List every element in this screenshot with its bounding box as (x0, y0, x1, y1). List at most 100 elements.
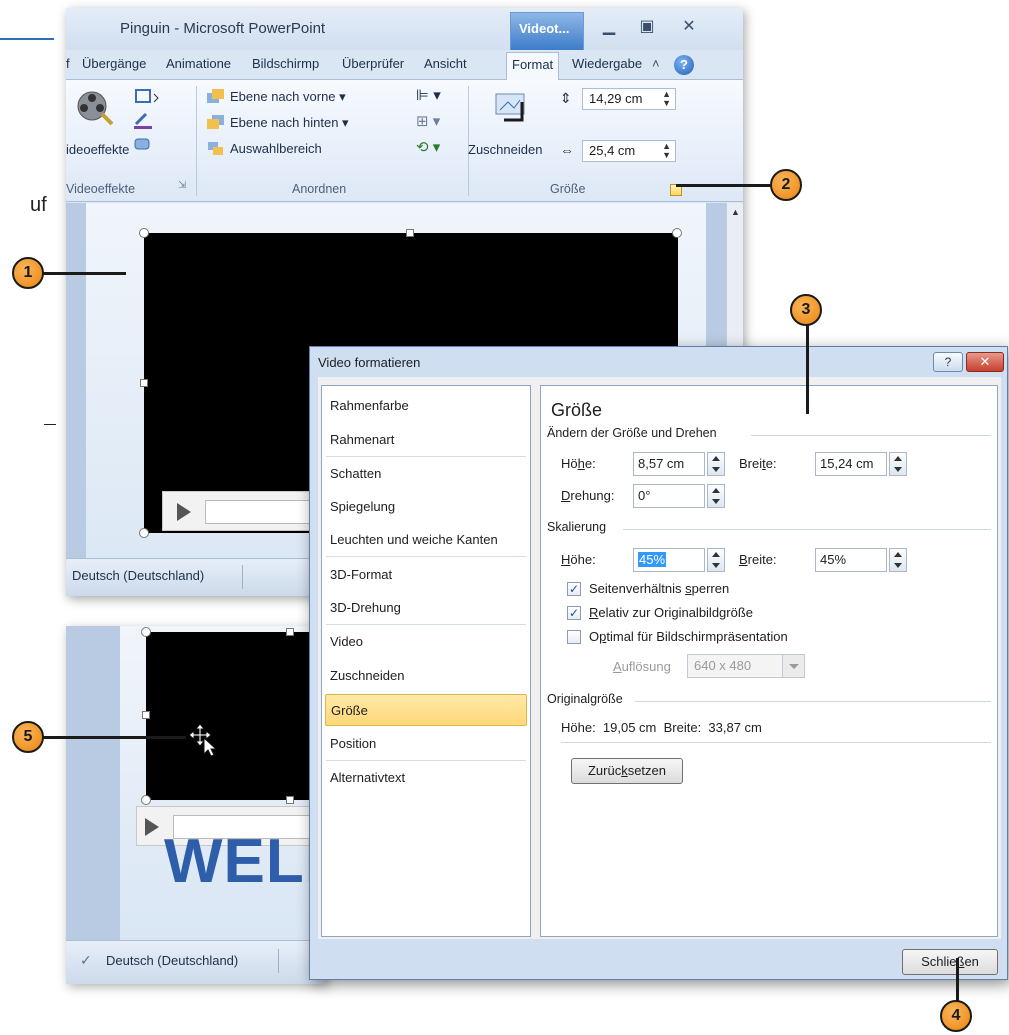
scroll-up-icon[interactable]: ▲ (731, 207, 740, 217)
reset-button[interactable]: Zurücksetzen (571, 758, 683, 784)
nav-separator (326, 456, 526, 457)
scale-width-spinner[interactable] (889, 548, 907, 572)
selection-pane-button[interactable]: Auswahlbereich (230, 141, 322, 156)
minimize-icon[interactable]: ▁ (594, 16, 624, 38)
nav-alternativtext[interactable]: Alternativtext (322, 762, 530, 794)
section-scaling: Skalierung (547, 520, 607, 534)
tab-format[interactable]: Format (506, 52, 560, 81)
status-bar: ✓ Deutsch (Deutschland) (66, 940, 326, 984)
nav-leuchten[interactable]: Leuchten und weiche Kanten (322, 524, 530, 556)
nav-3d-format[interactable]: 3D-Format (322, 559, 530, 591)
resize-handle[interactable] (672, 228, 682, 238)
nav-rahmenfarbe[interactable]: Rahmenfarbe (322, 390, 530, 422)
minimize-ribbon-icon[interactable]: ˄ (652, 56, 660, 71)
tab-file[interactable]: f (66, 56, 70, 71)
resize-handle[interactable] (141, 627, 151, 637)
resize-handle[interactable] (406, 229, 414, 237)
status-language[interactable]: Deutsch (Deutschland) (72, 568, 204, 583)
nav-separator (326, 760, 526, 761)
nav-spiegelung[interactable]: Spiegelung (322, 491, 530, 523)
lock-aspect-checkbox[interactable]: ✓ (567, 582, 581, 596)
maximize-icon[interactable]: ▣ (632, 16, 662, 38)
rotation-input[interactable]: 0° (633, 484, 705, 508)
dialog-close-button[interactable]: ✕ (966, 352, 1004, 372)
play-icon[interactable] (145, 818, 159, 836)
nav-video[interactable]: Video (322, 626, 530, 658)
group-objects-icon[interactable]: ⊞ ▾ (416, 112, 440, 130)
resize-handle[interactable] (141, 795, 151, 805)
dialog-title: Video formatieren (318, 355, 421, 370)
group-separator (196, 86, 197, 196)
group-launcher-videoeffekte-icon[interactable]: ⇲ (178, 180, 186, 191)
close-icon[interactable]: ✕ (674, 16, 704, 38)
height-input[interactable]: 8,57 cm (633, 452, 705, 476)
ribbon-tabs: f Übergänge Animatione Bildschirmp Überp… (66, 50, 743, 81)
resize-handle[interactable] (286, 796, 294, 804)
nav-separator (326, 556, 526, 557)
panel-title: Größe (551, 400, 603, 420)
scale-height-spinner[interactable] (707, 548, 725, 572)
resize-handle[interactable] (139, 528, 149, 538)
shape-width-icon: ⇔ (560, 142, 574, 158)
video-tools-context-tab[interactable]: Videot... (510, 12, 584, 50)
video-effects-small-icon[interactable] (132, 134, 162, 154)
nav-rahmenart[interactable]: Rahmenart (322, 424, 530, 456)
align-icon[interactable]: ⊫ ▾ (416, 86, 441, 104)
shape-height-icon: ⇕ (560, 90, 572, 106)
video-effects-icon (77, 91, 114, 126)
tab-ansicht[interactable]: Ansicht (424, 56, 484, 71)
scale-height-input[interactable]: 45% (633, 548, 705, 572)
rotate-icon[interactable]: ⟲ ▾ (416, 138, 440, 156)
callout-line (956, 958, 959, 1006)
section-divider (635, 701, 991, 702)
scale-width-input[interactable]: 45% (815, 548, 887, 572)
category-list: Rahmenfarbe Rahmenart Schatten Spiegelun… (321, 385, 531, 937)
nav-position[interactable]: Position (322, 728, 530, 760)
video-effects-button-label[interactable]: ideoeffekte (66, 142, 129, 157)
width-label: Breite: (739, 456, 777, 471)
nav-3d-drehung[interactable]: 3D-Drehung (322, 592, 530, 624)
help-icon[interactable]: ? (674, 55, 694, 75)
relative-original-checkbox[interactable]: ✓ (567, 606, 581, 620)
resolution-label: Auflösung (613, 659, 671, 674)
status-separator (242, 565, 243, 589)
nav-schatten[interactable]: Schatten (322, 458, 530, 490)
close-button[interactable]: Schließen (902, 949, 998, 975)
video-border-icon[interactable] (132, 110, 162, 130)
width-spinner[interactable] (889, 452, 907, 476)
shape-width-field[interactable]: 25,4 cm ▲ ▼ (582, 140, 676, 162)
tab-animationen[interactable]: Animatione (166, 56, 244, 71)
resolution-dropdown[interactable]: 640 x 480 (687, 654, 805, 678)
dialog-body: Rahmenfarbe Rahmenart Schatten Spiegelun… (318, 377, 1001, 939)
resize-handle[interactable] (139, 228, 149, 238)
resize-handle[interactable] (286, 628, 294, 636)
send-backward-icon (207, 115, 224, 129)
play-icon[interactable] (177, 503, 191, 521)
crop-button-label[interactable]: Zuschneiden (468, 142, 542, 157)
title-bar: Pinguin - Microsoft PowerPoint Videot...… (66, 8, 743, 50)
dialog-help-button[interactable]: ? (933, 352, 963, 372)
optimal-presentation-checkbox[interactable] (567, 630, 581, 644)
tab-uebergaenge[interactable]: Übergänge (82, 56, 160, 71)
tab-ueberpruefen[interactable]: Überprüfer (342, 56, 418, 71)
video-shape-icon[interactable] (132, 86, 162, 106)
status-language[interactable]: Deutsch (Deutschland) (106, 953, 238, 968)
nav-groesse[interactable]: Größe (325, 694, 527, 726)
bring-forward-button[interactable]: Ebene nach vorne ▾ (230, 89, 346, 105)
height-spinner[interactable] (707, 452, 725, 476)
original-size-text: Höhe: 19,05 cm Breite: 33,87 cm (561, 720, 762, 735)
tab-bildschirmpraesentation[interactable]: Bildschirmp (252, 56, 336, 71)
lock-aspect-label: Seitenverhältnis sperren (589, 581, 730, 596)
width-input[interactable]: 15,24 cm (815, 452, 887, 476)
section-divider (751, 435, 991, 436)
shape-height-field[interactable]: 14,29 cm ▲ ▼ (582, 88, 676, 110)
spellcheck-icon[interactable]: ✓ (80, 952, 92, 969)
send-backward-button[interactable]: Ebene nach hinten ▾ (230, 115, 349, 131)
nav-separator (326, 624, 526, 625)
resize-handle[interactable] (140, 379, 148, 387)
nav-zuschneiden[interactable]: Zuschneiden (322, 660, 530, 692)
rotation-spinner[interactable] (707, 484, 725, 508)
video-object[interactable] (146, 632, 326, 800)
resize-handle[interactable] (142, 711, 150, 719)
tab-wiedergabe[interactable]: Wiedergabe (572, 56, 656, 71)
